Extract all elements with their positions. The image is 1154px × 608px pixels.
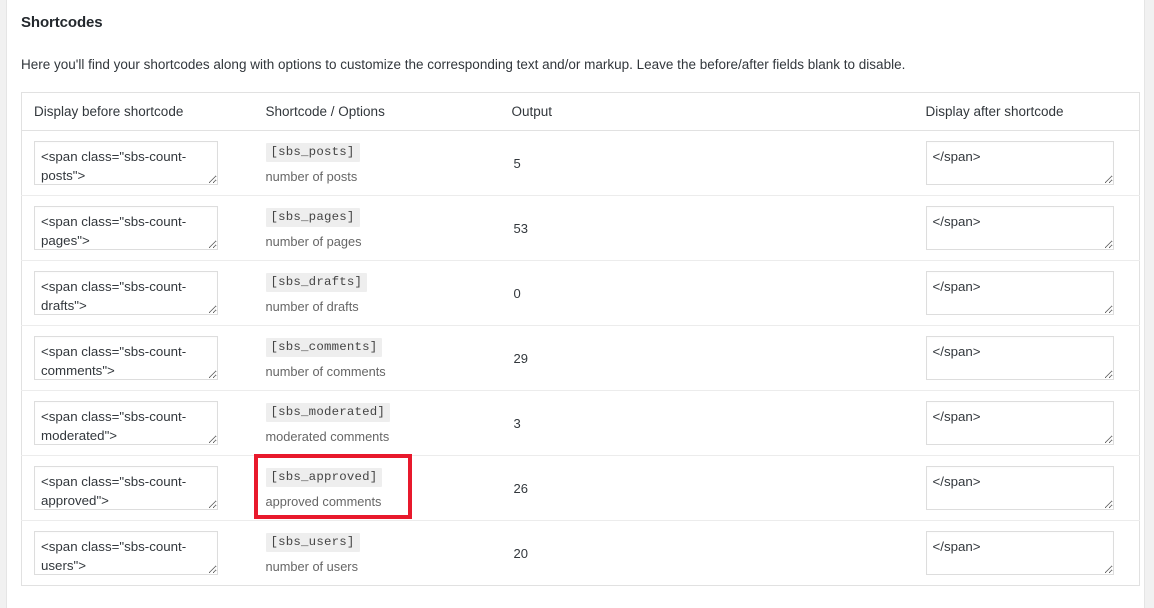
output-value: 26 — [512, 481, 528, 496]
cell-output: 3 — [500, 391, 914, 456]
cell-shortcode-options: [sbs_approved] approved comments — [254, 456, 500, 521]
shortcode-option-label: moderated comments — [266, 429, 391, 444]
shortcode-group: [sbs_posts]number of posts — [266, 141, 360, 184]
shortcode-group: [sbs_moderated] moderated comments — [266, 401, 391, 444]
shortcode-group: [sbs_pages]number of pages — [266, 206, 362, 249]
shortcode-group: [sbs_users]number of users — [266, 531, 360, 574]
cell-shortcode-options: [sbs_users]number of users — [254, 521, 500, 586]
display-before-textarea[interactable] — [34, 466, 218, 510]
shortcodes-table-wrapper: Display before shortcode Shortcode / Opt… — [21, 92, 1139, 586]
table-header: Display before shortcode Shortcode / Opt… — [22, 93, 1140, 131]
display-after-textarea[interactable] — [926, 401, 1114, 445]
table-header-row: Display before shortcode Shortcode / Opt… — [22, 93, 1140, 131]
shortcode-tag: [sbs_drafts] — [266, 273, 368, 292]
cell-shortcode-options: [sbs_moderated] moderated comments — [254, 391, 500, 456]
shortcodes-table: Display before shortcode Shortcode / Opt… — [21, 92, 1140, 586]
cell-output: 53 — [500, 196, 914, 261]
display-after-textarea[interactable] — [926, 141, 1114, 185]
display-before-textarea[interactable] — [34, 401, 218, 445]
table-row: [sbs_pages]number of pages 53 — [22, 196, 1140, 261]
cell-display-before — [22, 196, 254, 261]
display-before-textarea[interactable] — [34, 271, 218, 315]
display-after-textarea[interactable] — [926, 206, 1114, 250]
cell-display-after — [914, 261, 1140, 326]
cell-output: 5 — [500, 131, 914, 196]
shortcode-option-label: number of posts — [266, 169, 360, 184]
table-row: [sbs_comments]number of comments 29 — [22, 326, 1140, 391]
column-header-output: Output — [500, 93, 914, 131]
shortcode-group: [sbs_comments]number of comments — [266, 336, 386, 379]
cell-display-before — [22, 131, 254, 196]
shortcode-option-label: number of pages — [266, 234, 362, 249]
settings-panel: Shortcodes Here you'll find your shortco… — [6, 0, 1145, 608]
cell-display-before — [22, 326, 254, 391]
table-row: [sbs_approved] approved comments 26 — [22, 456, 1140, 521]
cell-output: 20 — [500, 521, 914, 586]
shortcode-option-label: number of drafts — [266, 299, 368, 314]
shortcode-tag: [sbs_pages] — [266, 208, 360, 227]
display-after-textarea[interactable] — [926, 466, 1114, 510]
shortcode-group: [sbs_drafts]number of drafts — [266, 271, 368, 314]
page-description: Here you'll find your shortcodes along w… — [7, 31, 1144, 75]
display-before-textarea[interactable] — [34, 206, 218, 250]
cell-display-before — [22, 521, 254, 586]
display-after-textarea[interactable] — [926, 271, 1114, 315]
shortcode-tag: [sbs_posts] — [266, 143, 360, 162]
cell-shortcode-options: [sbs_pages]number of pages — [254, 196, 500, 261]
cell-display-after — [914, 131, 1140, 196]
display-after-textarea[interactable] — [926, 336, 1114, 380]
cell-display-after — [914, 521, 1140, 586]
table-row: [sbs_drafts]number of drafts 0 — [22, 261, 1140, 326]
cell-shortcode-options: [sbs_drafts]number of drafts — [254, 261, 500, 326]
output-value: 20 — [512, 546, 528, 561]
shortcode-option-label: number of users — [266, 559, 360, 574]
output-value: 5 — [512, 156, 521, 171]
shortcode-option-label: approved comments — [266, 494, 383, 509]
table-row: [sbs_users]number of users 20 — [22, 521, 1140, 586]
cell-display-after — [914, 391, 1140, 456]
output-value: 3 — [512, 416, 521, 431]
table-row: [sbs_posts]number of posts 5 — [22, 131, 1140, 196]
cell-display-after — [914, 456, 1140, 521]
shortcode-tag: [sbs_comments] — [266, 338, 383, 357]
display-before-textarea[interactable] — [34, 141, 218, 185]
cell-display-before — [22, 391, 254, 456]
cell-display-after — [914, 196, 1140, 261]
cell-output: 29 — [500, 326, 914, 391]
column-header-shortcode-options: Shortcode / Options — [254, 93, 500, 131]
table-body: [sbs_posts]number of posts5[sbs_pages]nu… — [22, 131, 1140, 586]
cell-shortcode-options: [sbs_posts]number of posts — [254, 131, 500, 196]
output-value: 53 — [512, 221, 528, 236]
cell-output: 0 — [500, 261, 914, 326]
shortcode-tag: [sbs_users] — [266, 533, 360, 552]
column-header-display-after: Display after shortcode — [914, 93, 1140, 131]
display-before-textarea[interactable] — [34, 531, 218, 575]
table-row: [sbs_moderated] moderated comments 3 — [22, 391, 1140, 456]
shortcode-tag: [sbs_approved] — [266, 468, 383, 487]
display-after-textarea[interactable] — [926, 531, 1114, 575]
shortcode-group: [sbs_approved] approved comments — [266, 466, 383, 509]
cell-shortcode-options: [sbs_comments]number of comments — [254, 326, 500, 391]
shortcode-option-label: number of comments — [266, 364, 386, 379]
display-before-textarea[interactable] — [34, 336, 218, 380]
cell-display-before — [22, 456, 254, 521]
cell-display-before — [22, 261, 254, 326]
output-value: 0 — [512, 286, 521, 301]
cell-display-after — [914, 326, 1140, 391]
column-header-display-before: Display before shortcode — [22, 93, 254, 131]
output-value: 29 — [512, 351, 528, 366]
cell-output: 26 — [500, 456, 914, 521]
page-title: Shortcodes — [7, 0, 1144, 31]
shortcode-tag: [sbs_moderated] — [266, 403, 391, 422]
